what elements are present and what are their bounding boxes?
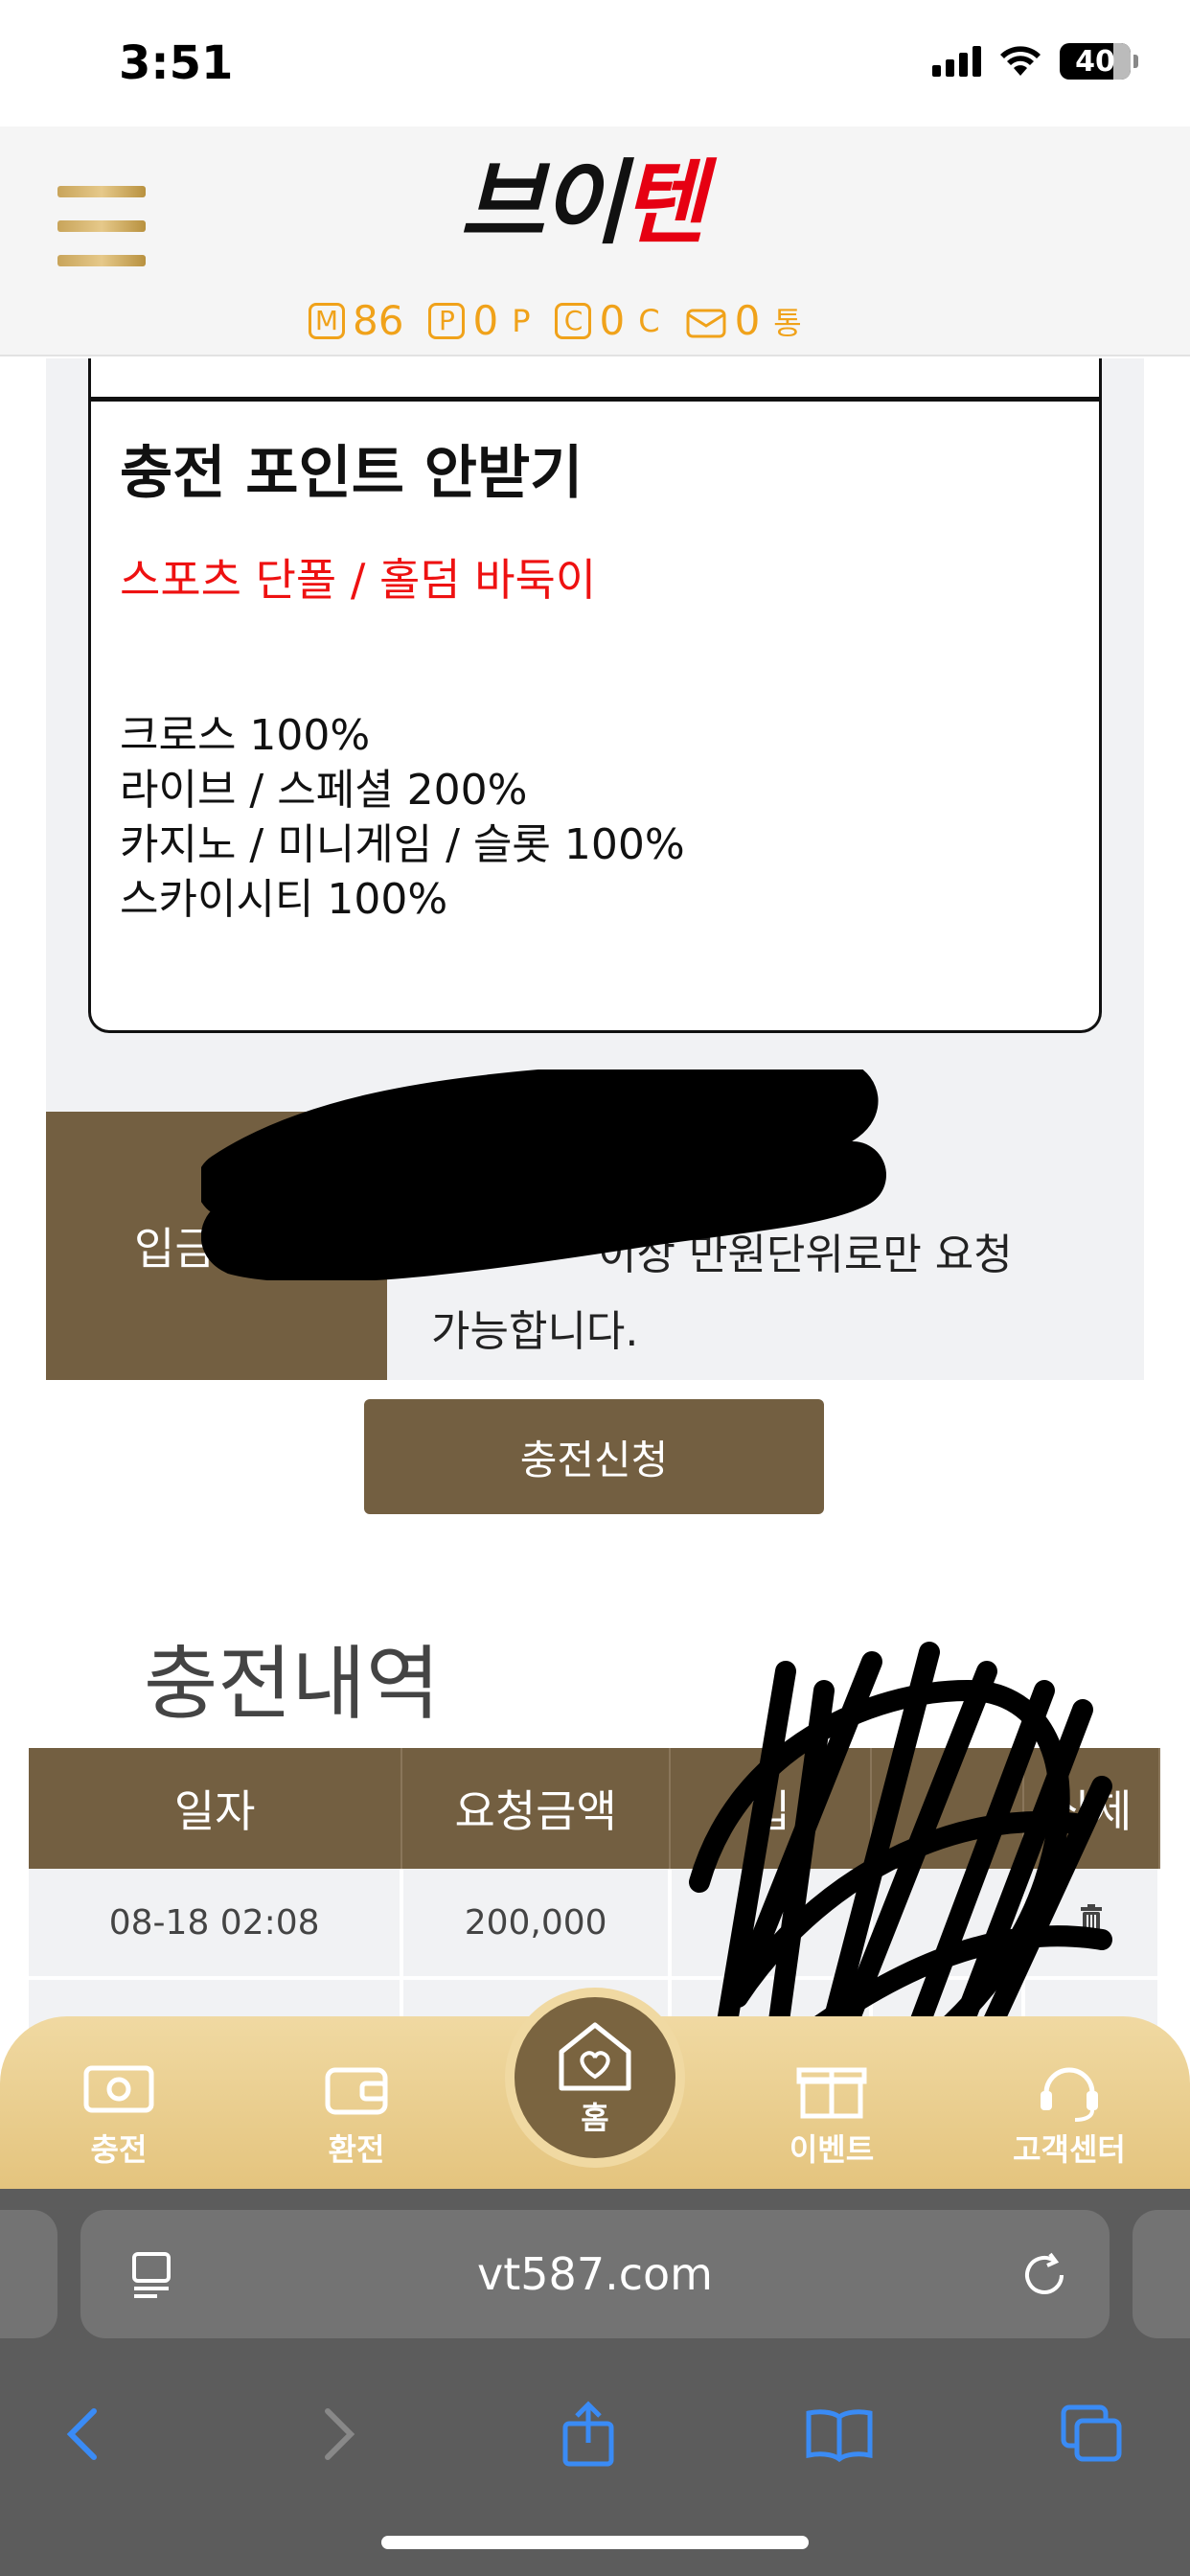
row-date: 08-18 02:08 bbox=[29, 1869, 404, 1980]
col-amount: 요청금액 bbox=[401, 1748, 671, 1869]
back-button[interactable] bbox=[25, 2377, 140, 2492]
chevron-left-icon bbox=[66, 2408, 97, 2460]
home-heart-icon bbox=[559, 2022, 631, 2091]
rate-line: 카지노 / 미니게임 / 슬롯 100% bbox=[120, 820, 685, 869]
charge-request-button[interactable]: 충전신청 bbox=[364, 1399, 824, 1514]
browser-toolbar: vt587.com bbox=[0, 2189, 1190, 2576]
tab-customer-center[interactable]: 고객센터 bbox=[993, 2055, 1146, 2179]
wallet-icon bbox=[325, 2067, 388, 2115]
hamburger-menu-icon[interactable] bbox=[57, 186, 146, 266]
bonus-card-prev bbox=[88, 358, 1102, 401]
site-header: 브이텐 M 86 P 0 P C 0 C 0 통 bbox=[0, 126, 1190, 356]
rate-line: 라이브 / 스페셜 200% bbox=[120, 766, 528, 815]
chevron-right-icon bbox=[325, 2408, 355, 2460]
money-icon bbox=[83, 2065, 154, 2113]
row-amount: 200,000 bbox=[401, 1869, 672, 1980]
tab-event[interactable]: 이벤트 bbox=[755, 2055, 908, 2179]
coupon-unit: C bbox=[638, 302, 660, 339]
share-icon bbox=[562, 2401, 614, 2467]
reload-icon[interactable] bbox=[1018, 2248, 1071, 2302]
redaction-scribble bbox=[201, 1070, 886, 1280]
status-time: 3:51 bbox=[119, 36, 234, 90]
message-count[interactable]: 0 통 bbox=[685, 297, 802, 344]
tabs-icon bbox=[1061, 2404, 1122, 2462]
bookmarks-button[interactable] bbox=[782, 2377, 897, 2492]
headset-icon bbox=[1041, 2067, 1098, 2122]
mail-icon bbox=[686, 309, 726, 337]
share-button[interactable] bbox=[531, 2377, 646, 2492]
coupon-value: 0 bbox=[599, 297, 626, 344]
history-title: 충전내역 bbox=[144, 1637, 441, 1731]
bonus-rates: 크로스 100% 라이브 / 스페셜 200% 카지노 / 미니게임 / 슬롯 … bbox=[120, 708, 685, 927]
tab-exchange[interactable]: 환전 bbox=[280, 2055, 433, 2179]
bonus-option-card[interactable]: 충전 포인트 안받기 스포츠 단폴 / 홀덤 바둑이 크로스 100% 라이브 … bbox=[88, 397, 1102, 1033]
bonus-title: 충전 포인트 안받기 bbox=[120, 440, 584, 507]
col-date: 일자 bbox=[29, 1748, 403, 1869]
bonus-restriction: 스포츠 단폴 / 홀덤 바둑이 bbox=[120, 554, 597, 606]
address-bar[interactable]: vt587.com bbox=[80, 2210, 1110, 2338]
status-bar: 3:51 40 bbox=[0, 0, 1190, 126]
coupon-balance[interactable]: C 0 C bbox=[555, 297, 660, 344]
wifi-icon bbox=[1000, 46, 1041, 76]
status-icons: 40 bbox=[932, 42, 1138, 80]
site-logo[interactable]: 브이텐 bbox=[460, 157, 706, 249]
money-points[interactable]: M 86 bbox=[309, 297, 403, 344]
browser-nav bbox=[0, 2377, 1190, 2492]
point-unit: P bbox=[512, 302, 531, 339]
tab-charge[interactable]: 충전 bbox=[42, 2055, 195, 2179]
url-text[interactable]: vt587.com bbox=[80, 2248, 1110, 2300]
next-tab-pill[interactable] bbox=[1133, 2210, 1190, 2338]
m-badge-icon: M bbox=[309, 302, 345, 339]
gift-icon bbox=[796, 2067, 867, 2119]
money-value: 86 bbox=[353, 297, 404, 344]
battery-icon: 40 bbox=[1060, 43, 1138, 80]
c-badge-icon: C bbox=[555, 302, 592, 339]
forward-button[interactable] bbox=[282, 2377, 397, 2492]
tab-home[interactable]: 홈 bbox=[505, 1988, 685, 2168]
rate-line: 스카이시티 100% bbox=[120, 875, 448, 924]
prev-tab-pill[interactable] bbox=[0, 2210, 57, 2338]
home-indicator bbox=[381, 2536, 809, 2549]
message-value: 0 bbox=[734, 297, 761, 344]
points-bar: M 86 P 0 P C 0 C 0 통 bbox=[309, 297, 802, 344]
cellular-signal-icon bbox=[932, 46, 981, 77]
bottom-tab-bar: 충전 환전 홈 이벤트 고객센터 bbox=[0, 1988, 1190, 2189]
point-value: 0 bbox=[472, 297, 499, 344]
message-unit: 통 bbox=[773, 304, 802, 341]
content-area: 충전 포인트 안받기 스포츠 단폴 / 홀덤 바둑이 크로스 100% 라이브 … bbox=[0, 358, 1190, 2242]
book-icon bbox=[806, 2409, 873, 2463]
tabs-button[interactable] bbox=[1035, 2377, 1150, 2492]
rate-line: 크로스 100% bbox=[120, 711, 371, 760]
point-balance[interactable]: P 0 P bbox=[428, 297, 530, 344]
p-badge-icon: P bbox=[428, 302, 466, 339]
